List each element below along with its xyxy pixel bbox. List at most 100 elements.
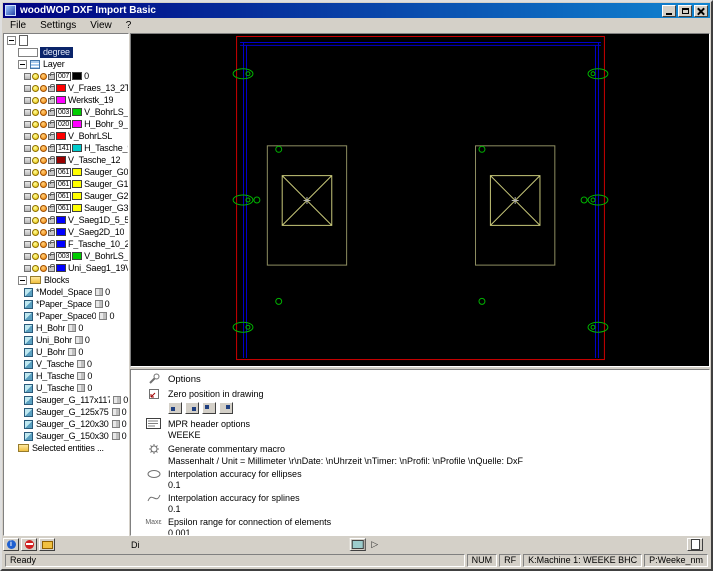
block-row[interactable]: U_Tasche 0 — [4, 382, 128, 394]
lock-icon[interactable] — [48, 204, 55, 212]
freeze-icon[interactable] — [40, 252, 47, 260]
layer-group-row[interactable]: Layer — [4, 58, 128, 70]
freeze-icon[interactable] — [40, 156, 47, 164]
layer-color-swatch[interactable] — [56, 240, 66, 248]
freeze-icon[interactable] — [40, 204, 47, 212]
layer-row[interactable]: 020 H_Bohr_9_5 — [4, 118, 128, 130]
freeze-icon[interactable] — [40, 96, 47, 104]
lock-icon[interactable] — [48, 228, 55, 236]
menu-item[interactable]: File — [3, 19, 33, 32]
layer-color-swatch[interactable] — [56, 84, 66, 92]
bulb-icon[interactable] — [32, 156, 39, 164]
layer-color-swatch[interactable] — [72, 192, 83, 200]
layer-row[interactable]: 061 Sauger_G2 — [4, 190, 128, 202]
freeze-icon[interactable] — [40, 108, 47, 116]
block-row[interactable]: Sauger_G_117x117 0 — [4, 394, 128, 406]
freeze-icon[interactable] — [40, 120, 47, 128]
lock-icon[interactable] — [48, 252, 55, 260]
bulb-icon[interactable] — [32, 72, 39, 80]
lock-icon[interactable] — [48, 216, 55, 224]
block-row[interactable]: Sauger_G_120x30 0 — [4, 418, 128, 430]
lock-icon[interactable] — [48, 96, 55, 104]
freeze-icon[interactable] — [40, 132, 47, 140]
tree-root-row[interactable] — [4, 34, 128, 46]
bulb-icon[interactable] — [32, 96, 39, 104]
menu-item[interactable]: Settings — [33, 19, 83, 32]
layer-color-swatch[interactable] — [72, 120, 83, 128]
folder-button[interactable] — [39, 538, 55, 551]
lock-icon[interactable] — [48, 156, 55, 164]
layer-row[interactable]: V_Saeg1D_5_5 — [4, 214, 128, 226]
layer-row[interactable]: Werkstk_19 — [4, 94, 128, 106]
layer-row[interactable]: 061 Sauger_G3 — [4, 202, 128, 214]
bulb-icon[interactable] — [32, 264, 39, 272]
layer-row[interactable]: Uni_Saeg1_19V — [4, 262, 128, 274]
layer-row[interactable]: 141 H_Tasche_9_5I — [4, 142, 128, 154]
bulb-icon[interactable] — [32, 252, 39, 260]
lock-icon[interactable] — [48, 132, 55, 140]
layer-color-swatch[interactable] — [72, 180, 83, 188]
layer-color-swatch[interactable] — [72, 168, 83, 176]
block-row[interactable]: *Model_Space 0 — [4, 286, 128, 298]
freeze-icon[interactable] — [40, 72, 47, 80]
block-row[interactable]: *Paper_Space 0 — [4, 298, 128, 310]
lock-icon[interactable] — [48, 192, 55, 200]
layer-color-swatch[interactable] — [72, 108, 83, 116]
lock-icon[interactable] — [48, 120, 55, 128]
layer-color-swatch[interactable] — [72, 252, 83, 260]
maximize-button[interactable] — [678, 4, 692, 17]
zero-pos-bottom-right-button[interactable] — [185, 402, 199, 414]
freeze-icon[interactable] — [40, 228, 47, 236]
zero-pos-top-left-button[interactable] — [202, 402, 216, 414]
layer-color-swatch[interactable] — [56, 96, 66, 104]
bulb-icon[interactable] — [32, 144, 39, 152]
block-row[interactable]: H_Tasche 0 — [4, 370, 128, 382]
monitor-button[interactable] — [349, 538, 366, 551]
freeze-icon[interactable] — [40, 180, 47, 188]
layer-row[interactable]: F_Tasche_10_2 — [4, 238, 128, 250]
freeze-icon[interactable] — [40, 192, 47, 200]
menu-item[interactable]: View — [83, 19, 119, 32]
bulb-icon[interactable] — [32, 132, 39, 140]
ellipse-accuracy-value[interactable]: 0.1 — [131, 479, 709, 490]
layer-color-swatch[interactable] — [72, 144, 83, 152]
bulb-icon[interactable] — [32, 204, 39, 212]
freeze-icon[interactable] — [40, 168, 47, 176]
bulb-icon[interactable] — [32, 120, 39, 128]
lock-icon[interactable] — [48, 108, 55, 116]
block-row[interactable]: H_Bohr 0 — [4, 322, 128, 334]
bulb-icon[interactable] — [32, 216, 39, 224]
close-button[interactable] — [694, 4, 708, 17]
bulb-icon[interactable] — [32, 180, 39, 188]
lock-icon[interactable] — [48, 144, 55, 152]
zero-pos-bottom-left-button[interactable] — [168, 402, 182, 414]
selected-entities-row[interactable]: Selected entities ... — [4, 442, 128, 454]
layer-row[interactable]: 003 V_BohrLS_14_2 — [4, 106, 128, 118]
mpr-header-value[interactable]: WEEKE — [131, 429, 709, 440]
spline-accuracy-value[interactable]: 0.1 — [131, 503, 709, 514]
freeze-icon[interactable] — [40, 240, 47, 248]
freeze-icon[interactable] — [40, 84, 47, 92]
cad-viewport[interactable] — [130, 33, 710, 367]
collapse-icon[interactable] — [18, 275, 27, 285]
layer-color-swatch[interactable] — [72, 204, 83, 212]
blocks-group-row[interactable]: Blocks — [4, 274, 128, 286]
layer-color-swatch[interactable] — [56, 132, 66, 140]
zero-pos-top-right-button[interactable] — [219, 402, 233, 414]
lock-icon[interactable] — [48, 84, 55, 92]
layer-color-swatch[interactable] — [56, 264, 66, 272]
block-row[interactable]: Uni_Bohr 0 — [4, 334, 128, 346]
macro-value[interactable]: Massenhalt / Unit = Millimeter \r\nDate:… — [131, 455, 709, 466]
layer-row[interactable]: 061 Sauger_G0 — [4, 166, 128, 178]
collapse-icon[interactable] — [18, 59, 27, 69]
layer-row[interactable]: V_Saeg2D_10 — [4, 226, 128, 238]
lock-icon[interactable] — [48, 180, 55, 188]
block-row[interactable]: V_Tasche 0 — [4, 358, 128, 370]
rotation-edit-box[interactable] — [18, 47, 38, 57]
lock-icon[interactable] — [48, 240, 55, 248]
info-button[interactable]: i — [3, 538, 19, 551]
layer-row[interactable]: 061 Sauger_G1 — [4, 178, 128, 190]
layer-row[interactable]: V_Tasche_12 — [4, 154, 128, 166]
play-icon[interactable]: ▷ — [371, 538, 378, 551]
tree-selected-row[interactable]: degree — [4, 46, 128, 58]
